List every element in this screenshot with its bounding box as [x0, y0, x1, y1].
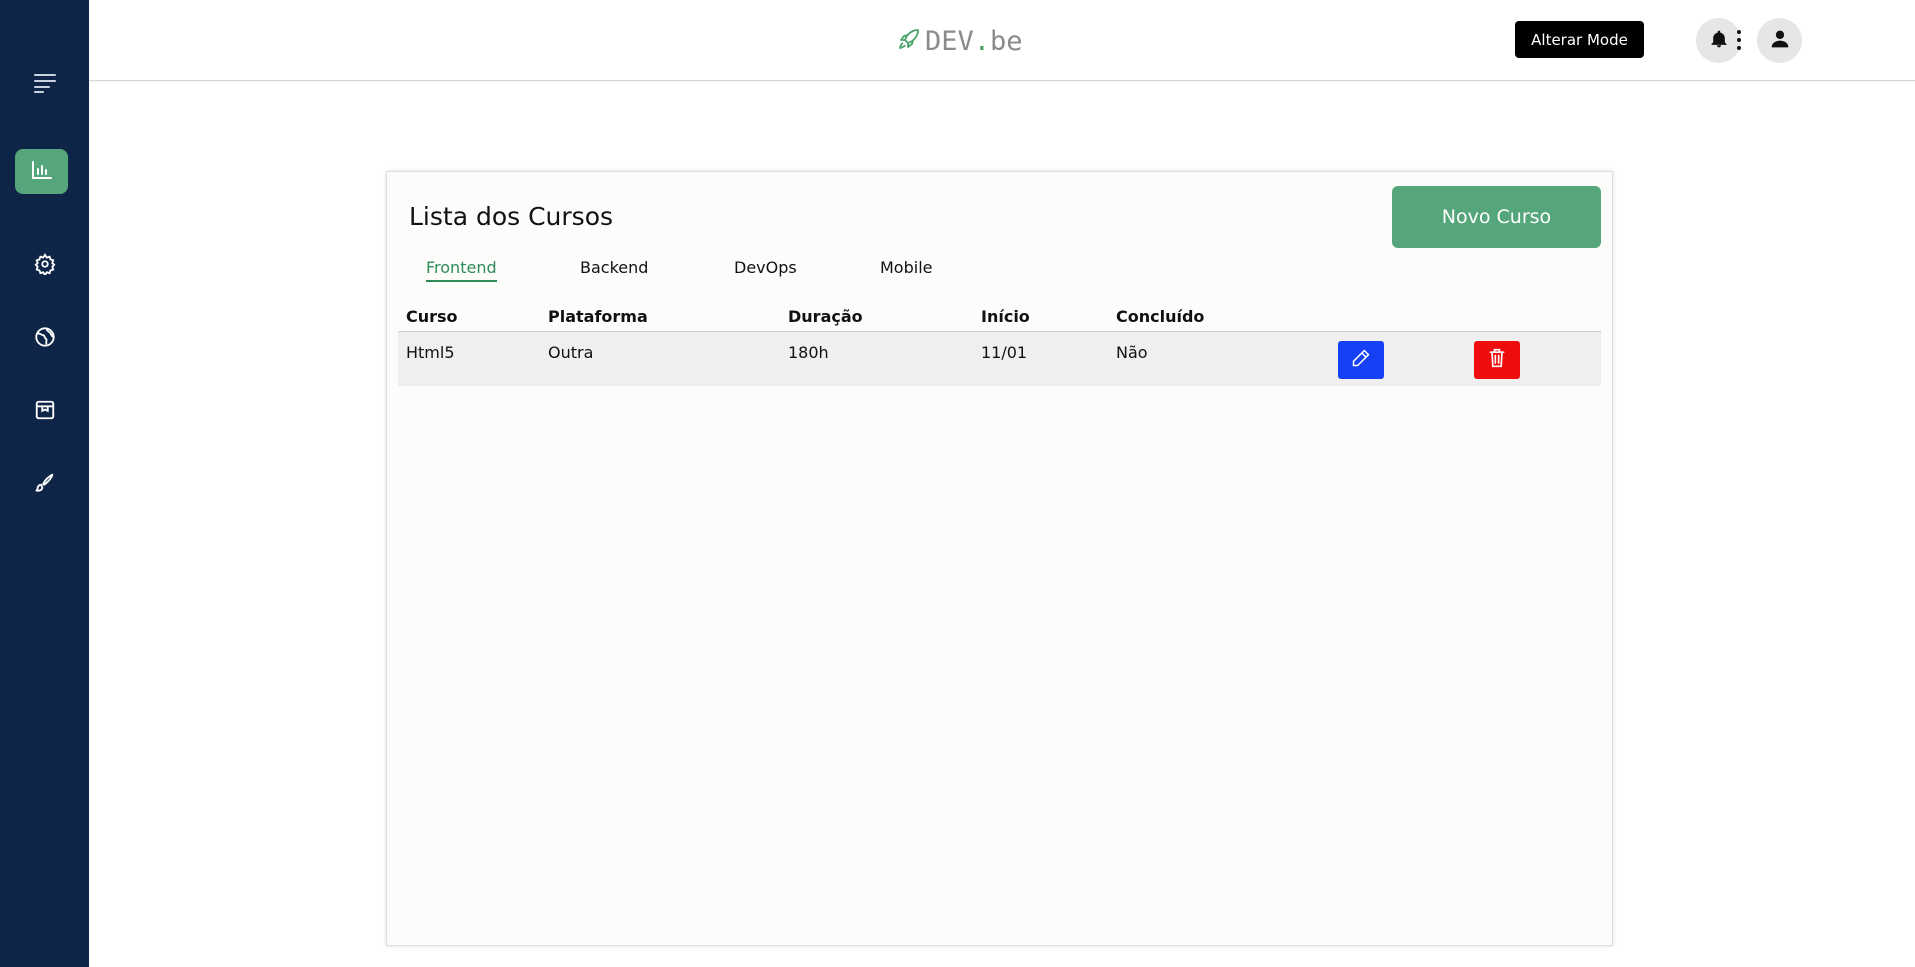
cell-curso: Html5 — [406, 343, 455, 362]
courses-card: Lista dos Cursos Novo Curso Frontend Bac… — [386, 171, 1613, 946]
browser-window-icon — [34, 399, 56, 421]
menu-icon — [33, 73, 56, 93]
sidebar-item-brush[interactable] — [0, 460, 89, 506]
cell-duracao: 180h — [788, 343, 829, 362]
sidebar-item-globe[interactable] — [0, 314, 89, 360]
bell-icon — [1709, 29, 1729, 53]
delete-button[interactable] — [1474, 341, 1520, 379]
globe-icon — [34, 326, 56, 348]
table-row: Html5 Outra 180h 11/01 Não — [398, 332, 1601, 386]
pencil-icon — [1351, 348, 1371, 372]
sidebar-item-browser[interactable] — [0, 387, 89, 433]
chart-icon — [31, 160, 53, 184]
tab-mobile[interactable]: Mobile — [880, 258, 932, 280]
sidebar-item-settings[interactable] — [0, 241, 89, 287]
courses-table: Curso Plataforma Duração Início Concluíd… — [398, 298, 1601, 386]
menu-button[interactable] — [0, 60, 89, 106]
cell-inicio: 11/01 — [981, 343, 1028, 362]
top-bar: DEV.be Alterar Mode — [89, 0, 1915, 81]
header-curso: Curso — [406, 307, 458, 326]
header-inicio: Início — [981, 307, 1030, 326]
header-duracao: Duração — [788, 307, 863, 326]
new-course-button[interactable]: Novo Curso — [1392, 186, 1601, 248]
settings-icon — [34, 253, 56, 275]
tab-backend[interactable]: Backend — [580, 258, 648, 280]
brush-icon — [34, 472, 56, 494]
logo: DEV.be — [897, 24, 1023, 58]
header-plataforma: Plataforma — [548, 307, 648, 326]
tab-devops[interactable]: DevOps — [734, 258, 797, 280]
user-profile-button[interactable] — [1757, 18, 1802, 63]
sidebar-item-dashboard[interactable] — [15, 149, 68, 194]
trash-icon — [1488, 348, 1506, 372]
cell-plataforma: Outra — [548, 343, 594, 362]
header-concluido: Concluído — [1116, 307, 1205, 326]
cell-concluido: Não — [1116, 343, 1148, 362]
alter-mode-button[interactable]: Alterar Mode — [1515, 21, 1644, 58]
table-header-row: Curso Plataforma Duração Início Concluíd… — [398, 298, 1601, 332]
more-vert-icon[interactable] — [1731, 24, 1747, 56]
logo-text: DEV.be — [925, 25, 1023, 57]
user-icon — [1770, 29, 1790, 53]
tab-frontend[interactable]: Frontend — [426, 258, 497, 282]
page-title: Lista dos Cursos — [409, 202, 614, 231]
rocket-icon — [897, 27, 921, 55]
edit-button[interactable] — [1338, 341, 1384, 379]
sidebar — [0, 0, 89, 967]
